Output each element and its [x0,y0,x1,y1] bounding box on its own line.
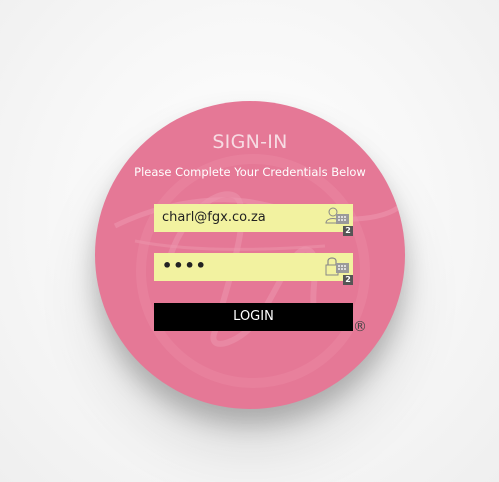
page-title: SIGN-IN [212,131,288,153]
email-field-value[interactable]: charl@fgx.co.za [162,210,266,225]
lock-keypad-icon[interactable]: 2 [325,255,353,285]
password-field[interactable]: •••• 2 [154,253,353,285]
password-field-value[interactable]: •••• [162,256,207,275]
page-subtitle: Please Complete Your Credentials Below [134,165,366,179]
email-icon-badge: 2 [343,226,353,236]
login-button[interactable]: LOGIN [154,303,353,331]
page-background: SIGN-IN Please Complete Your Credentials… [0,0,499,482]
registered-trademark-mark: ® [353,319,367,335]
email-field[interactable]: charl@fgx.co.za 2 [154,204,353,236]
login-circle-panel: SIGN-IN Please Complete Your Credentials… [95,101,405,409]
person-keypad-icon[interactable]: 2 [325,206,353,236]
password-icon-badge: 2 [343,275,353,285]
